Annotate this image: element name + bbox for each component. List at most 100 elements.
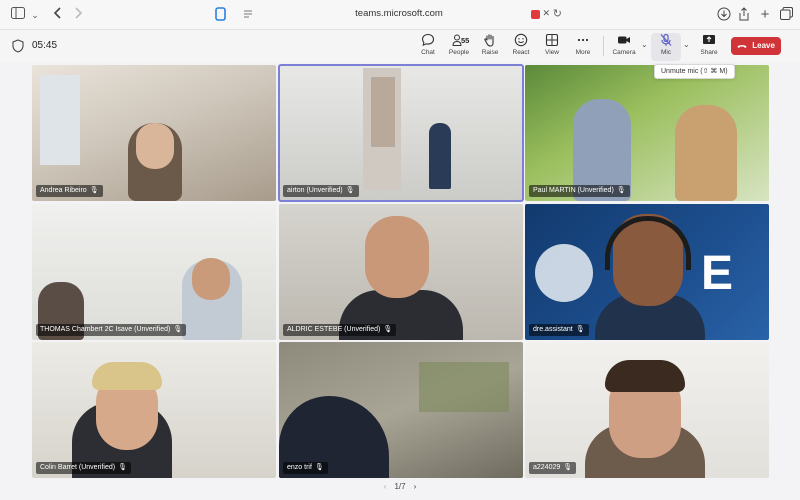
- more-button[interactable]: More: [568, 33, 598, 61]
- participant-face: [365, 216, 429, 298]
- back-icon[interactable]: [50, 7, 66, 23]
- video-tile[interactable]: Andrea Ribeiro 🎙︎: [32, 65, 276, 201]
- video-tile[interactable]: a224029 🎙︎: [525, 342, 769, 478]
- video-tile[interactable]: ALDRIC ESTEBE (Unverified) 🎙︎: [279, 204, 523, 340]
- meeting-toolbar: 05:45 Chat 55 People Raise React View Mo…: [0, 30, 800, 62]
- tab-overview-icon[interactable]: [778, 7, 794, 23]
- share-screen-icon: [703, 35, 715, 44]
- smiley-icon: [514, 33, 528, 47]
- page-indicator: 1/7: [394, 482, 406, 491]
- mic-label: Mic: [660, 49, 672, 56]
- teams-tab-icon[interactable]: [212, 7, 228, 23]
- window-background: [40, 75, 80, 165]
- download-icon[interactable]: [716, 7, 732, 23]
- leave-label: Leave: [752, 41, 775, 50]
- mic-muted-indicator-icon[interactable]: ✕: [542, 8, 550, 19]
- mic-muted-icon: [660, 33, 672, 46]
- participant-name-tag: airton (Unverified) 🎙︎: [283, 185, 359, 197]
- mic-options-chevron-icon[interactable]: ⌄: [683, 40, 690, 49]
- camera-options-chevron-icon[interactable]: ⌄: [641, 40, 648, 49]
- participant-name: Andrea Ribeiro: [40, 187, 87, 194]
- participant-name-tag: a224029 🎙︎: [529, 462, 577, 474]
- grid-view-icon: [545, 33, 559, 47]
- participant-name: THOMAS Chambert 2C Isave (Unverified): [40, 326, 171, 333]
- react-label: React: [512, 49, 530, 56]
- mic-muted-icon: 🎙︎: [173, 326, 183, 333]
- video-tile-active-speaker[interactable]: airton (Unverified) 🎙︎: [278, 64, 524, 202]
- participant-name: airton (Unverified): [287, 187, 343, 194]
- next-page-icon[interactable]: ›: [414, 482, 417, 491]
- camera-icon: [618, 36, 630, 44]
- shield-icon[interactable]: [12, 39, 24, 53]
- raise-hand-icon: [484, 34, 494, 47]
- forward-icon[interactable]: [70, 7, 86, 23]
- mic-muted-icon: 🎙︎: [345, 187, 355, 194]
- raise-hand-button[interactable]: Raise: [475, 33, 505, 61]
- people-label: People: [448, 49, 470, 56]
- background-logo-text: E: [701, 247, 734, 300]
- camera-in-use-icon[interactable]: [531, 10, 540, 19]
- participant-name-tag: THOMAS Chambert 2C Isave (Unverified) 🎙︎: [36, 324, 187, 336]
- participant-hair: [92, 362, 162, 390]
- toolbar-divider: [603, 36, 604, 56]
- share-page-icon[interactable]: [736, 7, 752, 23]
- participant-figure: [675, 105, 737, 201]
- sidebar-toggle-icon[interactable]: [10, 7, 26, 23]
- participant-name-tag: Andrea Ribeiro 🎙︎: [36, 185, 103, 197]
- participant-name-tag: Paul MARTIN (Unverified) 🎙︎: [529, 185, 630, 197]
- url-text: teams.microsoft.com: [355, 8, 443, 19]
- people-button[interactable]: 55 People: [444, 33, 474, 61]
- video-tile[interactable]: THOMAS Chambert 2C Isave (Unverified) 🎙︎: [32, 204, 276, 340]
- participant-name-tag: enzo trif 🎙︎: [283, 462, 328, 474]
- projected-slide: [371, 77, 395, 147]
- participant-figure: [429, 123, 451, 189]
- chat-button[interactable]: Chat: [413, 33, 443, 61]
- mic-muted-icon: 🎙︎: [89, 187, 99, 194]
- video-tile[interactable]: Paul MARTIN (Unverified) 🎙︎: [525, 65, 769, 201]
- share-label: Share: [700, 49, 718, 56]
- participant-name-tag: ALDRIC ESTEBE (Unverified) 🎙︎: [283, 324, 397, 336]
- view-label: View: [545, 49, 559, 56]
- chevron-down-icon[interactable]: ⌄: [27, 7, 43, 23]
- mic-muted-icon: 🎙︎: [314, 464, 324, 471]
- mic-muted-icon: 🎙︎: [118, 464, 127, 471]
- participant-hair: [605, 360, 685, 392]
- mic-muted-icon: 🎙︎: [616, 187, 626, 194]
- share-button[interactable]: Share: [694, 33, 724, 61]
- raise-label: Raise: [481, 49, 499, 56]
- view-button[interactable]: View: [537, 33, 567, 61]
- mic-muted-icon: 🎙︎: [575, 326, 585, 333]
- reload-icon[interactable]: ↻: [553, 7, 562, 20]
- mic-muted-icon: 🎙︎: [383, 326, 393, 333]
- previous-page-icon[interactable]: ‹: [384, 482, 387, 491]
- camera-label: Camera: [612, 49, 636, 56]
- participant-face: [192, 258, 230, 300]
- people-count: 55: [461, 36, 470, 45]
- headphones: [605, 216, 691, 270]
- meeting-timer: 05:45: [32, 40, 58, 51]
- participant-face: [136, 123, 174, 169]
- participant-name: Colin Barret (Unverified): [40, 464, 116, 471]
- participant-name-tag: dre.assistant 🎙︎: [529, 324, 589, 336]
- browser-toolbar: ⌄ teams.microsoft.com ✕ ↻ +: [0, 0, 800, 30]
- chat-label: Chat: [421, 49, 435, 56]
- address-bar[interactable]: teams.microsoft.com ✕ ↻: [236, 5, 562, 25]
- participant-name: enzo trif: [287, 464, 312, 471]
- video-tile[interactable]: enzo trif 🎙︎: [279, 342, 523, 478]
- video-tile[interactable]: Colin Barret (Unverified) 🎙︎: [32, 342, 276, 478]
- chat-icon: [421, 33, 435, 47]
- participant-name: dre.assistant: [533, 326, 573, 333]
- foliage: [419, 362, 509, 412]
- participant-name: Paul MARTIN (Unverified): [533, 187, 614, 194]
- video-tile[interactable]: E dre.assistant 🎙︎: [525, 204, 769, 340]
- new-tab-icon[interactable]: +: [757, 7, 773, 23]
- participant-name: ALDRIC ESTEBE (Unverified): [287, 326, 381, 333]
- camera-button[interactable]: Camera: [609, 33, 639, 61]
- participant-name-tag: Colin Barret (Unverified) 🎙︎: [36, 462, 131, 474]
- participant-name: a224029: [533, 464, 561, 471]
- mic-button[interactable]: Mic: [651, 33, 681, 61]
- react-button[interactable]: React: [506, 33, 536, 61]
- globe-logo: [535, 244, 593, 302]
- leave-button[interactable]: Leave: [731, 37, 781, 55]
- gallery-pagination: ‹ 1/7 ›: [370, 482, 430, 496]
